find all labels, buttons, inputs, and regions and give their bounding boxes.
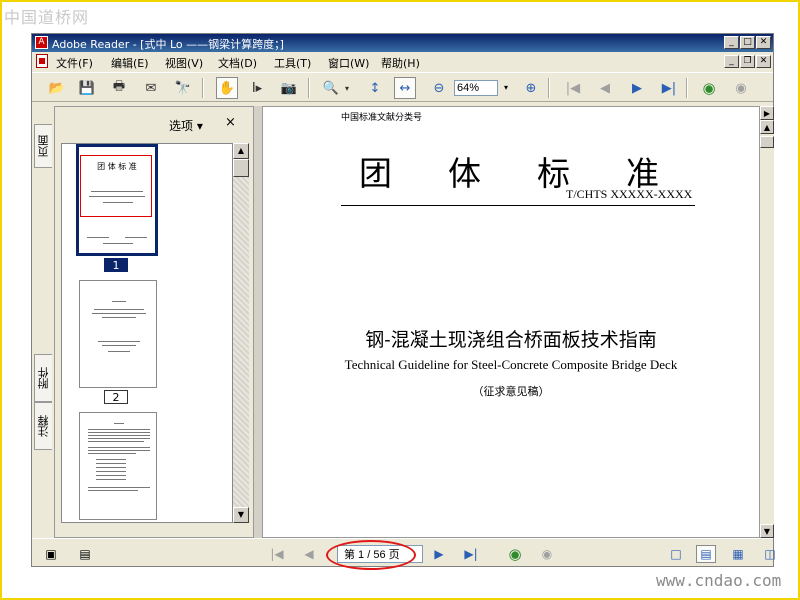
open-icon[interactable]: 📂 [46, 77, 68, 99]
doc-minimize-button[interactable]: _ [724, 55, 739, 68]
menu-document[interactable]: 文档(D) [218, 55, 257, 71]
scroll-thumb[interactable] [233, 159, 249, 177]
standard-code: T/CHTS XXXXX-XXXX [566, 187, 693, 201]
thumbnail-list[interactable]: 团 体 标 准 1 2 [61, 143, 233, 523]
scroll-down-icon[interactable]: ▼ [760, 524, 774, 538]
doc-close-button[interactable]: ✕ [756, 55, 771, 68]
document-scrollbar[interactable]: ▶ ▲ ▼ [760, 106, 774, 538]
menu-window[interactable]: 窗口(W) [328, 55, 369, 71]
zoom-in-tool-icon[interactable]: 🔍 [320, 77, 342, 99]
last-page-icon[interactable]: ▶| [658, 77, 680, 99]
fit-page-icon[interactable]: ↕ [364, 77, 386, 99]
single-page-icon[interactable]: □ [666, 545, 686, 563]
zoom-input[interactable] [454, 80, 498, 96]
app-icon[interactable]: A [35, 36, 48, 49]
continuous-facing-icon[interactable]: ◫ [760, 545, 780, 563]
hand-tool-icon[interactable]: ✋ [216, 77, 238, 99]
close-panel-button[interactable]: × [225, 115, 236, 130]
next-page-icon[interactable]: ▶ [626, 77, 648, 99]
email-icon[interactable]: ✉ [140, 77, 162, 99]
adobe-reader-window: A Adobe Reader - [式中 Lo ——钢梁计算跨度；] _ □ ✕… [31, 33, 776, 567]
watermark-top: 中国道桥网 [4, 8, 90, 27]
document-title-cn: 钢-混凝土现浇组合桥面板技术指南 [365, 329, 657, 351]
highlight-circle [326, 540, 416, 570]
page-number-label: 2 [104, 390, 128, 404]
snapshot-icon[interactable]: 📷 [278, 77, 300, 99]
close-window-button[interactable]: ✕ [756, 36, 771, 49]
status-last-page-icon[interactable]: ▶| [462, 545, 480, 563]
menu-file[interactable]: 文件(F) [56, 55, 93, 71]
menu-help[interactable]: 帮助(H) [381, 55, 420, 71]
navigation-tabs: 页面 附件 注释 [32, 106, 54, 538]
zoom-plus-icon[interactable]: ⊕ [520, 77, 542, 99]
go-forward-icon[interactable]: ◉ [730, 77, 752, 99]
menu-tools[interactable]: 工具(T) [274, 55, 311, 71]
heading-rule [341, 205, 695, 206]
status-first-page-icon[interactable]: |◀ [268, 545, 286, 563]
go-back-icon[interactable]: ◉ [698, 77, 720, 99]
zoom-tool-dropdown-icon[interactable]: ▾ [342, 77, 352, 99]
first-page-icon[interactable]: |◀ [562, 77, 584, 99]
status-next-page-icon[interactable]: ▶ [430, 545, 448, 563]
pages-panel: 选项 ▾ × 团 体 标 准 1 2 ▲ ▼ [54, 106, 254, 538]
watermark-bottom: www.cndao.com [656, 571, 782, 590]
panel-splitter[interactable] [254, 106, 262, 538]
status-previous-page-icon[interactable]: ◀ [300, 545, 318, 563]
classification-label: 中国标准文献分类号 [341, 113, 423, 123]
document-title-en: Technical Guideline for Steel-Concrete C… [344, 357, 678, 372]
document-view[interactable]: 中国标准文献分类号 团 体 标 准 T/CHTS XXXXX-XXXX 钢-混凝… [262, 106, 760, 538]
save-icon[interactable]: 💾 [76, 77, 98, 99]
status-go-back-icon[interactable]: ◉ [506, 545, 524, 563]
tab-pages[interactable]: 页面 [34, 124, 52, 168]
expand-panel-icon[interactable]: ▶ [760, 106, 774, 120]
panel-toggle-icon[interactable]: ▤ [76, 545, 94, 563]
maximize-button[interactable]: □ [740, 36, 755, 49]
print-icon[interactable]: 🖶 [108, 77, 130, 99]
continuous-icon[interactable]: ▤ [696, 545, 716, 563]
window-title: Adobe Reader - [式中 Lo ——钢梁计算跨度；] [52, 38, 284, 51]
facing-icon[interactable]: ▦ [728, 545, 748, 563]
page-number-label: 3 [104, 522, 128, 523]
thumbnail-scrollbar[interactable]: ▲ ▼ [233, 143, 249, 523]
menu-edit[interactable]: 编辑(E) [111, 55, 149, 71]
menu-view[interactable]: 视图(V) [165, 55, 203, 71]
tab-comments[interactable]: 注释 [34, 402, 52, 450]
scroll-up-icon[interactable]: ▲ [760, 120, 774, 134]
menu-bar: 文件(F) 编辑(E) 视图(V) 文档(D) 工具(T) 窗口(W) 帮助(H… [32, 52, 773, 71]
thumbnail-page-3[interactable] [79, 412, 157, 520]
view-region-box [80, 155, 152, 217]
status-go-forward-icon[interactable]: ◉ [538, 545, 556, 563]
draft-status: （征求意见稿） [472, 385, 550, 398]
select-text-icon[interactable]: I▸ [246, 77, 268, 99]
scroll-thumb[interactable] [760, 136, 774, 148]
minimize-button[interactable]: _ [724, 36, 739, 49]
title-bar[interactable]: A Adobe Reader - [式中 Lo ——钢梁计算跨度；] _ □ ✕ [32, 34, 773, 52]
fit-width-icon[interactable]: ↔ [394, 77, 416, 99]
zoom-out-icon[interactable]: ⊖ [428, 77, 450, 99]
screen-icon[interactable]: ▣ [42, 545, 60, 563]
previous-page-icon[interactable]: ◀ [594, 77, 616, 99]
page-number-label: 1 [104, 258, 128, 272]
tab-attachments[interactable]: 附件 [34, 354, 52, 402]
zoom-dropdown-icon[interactable]: ▾ [500, 80, 512, 96]
thumbnail-page-1[interactable]: 团 体 标 准 [76, 144, 158, 256]
scroll-up-icon[interactable]: ▲ [233, 143, 249, 159]
thumbnail-page-2[interactable] [79, 280, 157, 388]
scroll-down-icon[interactable]: ▼ [233, 507, 249, 523]
toolbar: 📂 💾 🖶 ✉ 🔭 ✋ I▸ 📷 🔍 ▾ ↕ ↔ ⊖ ▾ ⊕ |◀ ◀ ▶ ▶|… [32, 72, 773, 102]
options-menu[interactable]: 选项 ▾ [169, 117, 203, 134]
document-icon[interactable] [36, 54, 48, 68]
search-icon[interactable]: 🔭 [172, 77, 194, 99]
doc-restore-button[interactable]: ❐ [740, 55, 755, 68]
